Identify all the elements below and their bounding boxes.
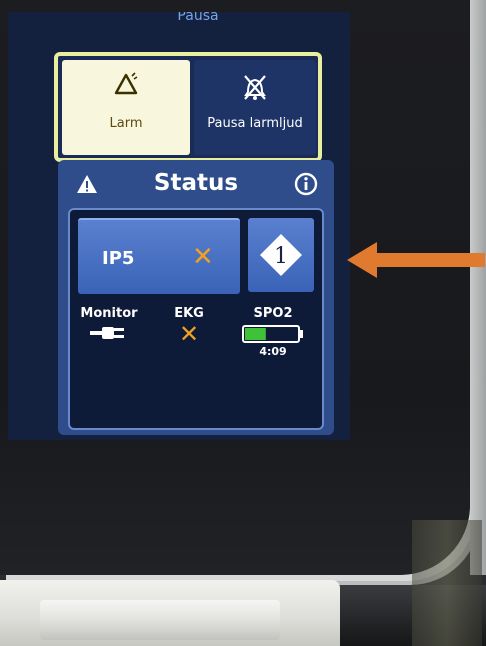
ekg-label: EKG bbox=[174, 306, 204, 321]
pausa-larmljud-label: Pausa larmljud bbox=[207, 116, 303, 131]
ekg-status[interactable]: EKG ✕ bbox=[164, 306, 214, 347]
device-base bbox=[0, 580, 340, 646]
badge-number: 1 bbox=[274, 244, 288, 269]
battery-icon bbox=[242, 325, 304, 343]
monitor-label: Monitor bbox=[80, 306, 138, 321]
alarm-button-group: Larm Pausa larmljud bbox=[54, 52, 322, 162]
status-panel: Status IP5 ✕ 1 Monitor EKG ✕ SPO2 4:09 bbox=[58, 160, 334, 435]
pausa-top-label[interactable]: Pausa bbox=[158, 12, 238, 24]
alarm-mute-icon bbox=[240, 72, 270, 106]
battery-fill bbox=[245, 328, 266, 340]
larm-button[interactable]: Larm bbox=[62, 60, 190, 155]
background-cable bbox=[412, 520, 482, 646]
spo2-status[interactable]: SPO2 4:09 bbox=[238, 306, 308, 358]
larm-button-label: Larm bbox=[109, 116, 143, 131]
pausa-larmljud-button[interactable]: Pausa larmljud bbox=[194, 60, 316, 155]
orange-arrow-icon bbox=[347, 242, 485, 278]
status-title: Status bbox=[153, 170, 239, 196]
monitor-status[interactable]: Monitor bbox=[74, 306, 144, 346]
error-x-icon: ✕ bbox=[178, 320, 200, 348]
ip5-card[interactable]: IP5 ✕ bbox=[78, 218, 240, 294]
info-icon[interactable] bbox=[294, 172, 318, 200]
error-x-icon: ✕ bbox=[192, 242, 214, 272]
device-screen: Pausa Larm Pausa larmljud Status IP5 ✕ 1… bbox=[8, 12, 350, 440]
plug-icon bbox=[90, 327, 124, 339]
diamond-number-icon: 1 bbox=[260, 234, 302, 276]
spo2-label: SPO2 bbox=[253, 306, 293, 321]
battery-time: 4:09 bbox=[259, 345, 287, 358]
alarm-triangle-icon bbox=[113, 72, 139, 100]
status-body: IP5 ✕ 1 Monitor EKG ✕ SPO2 4:09 bbox=[68, 208, 324, 430]
ip5-label: IP5 bbox=[102, 248, 135, 269]
status-header: Status bbox=[58, 160, 334, 210]
badge-card[interactable]: 1 bbox=[248, 218, 314, 292]
background-wall bbox=[470, 0, 486, 575]
